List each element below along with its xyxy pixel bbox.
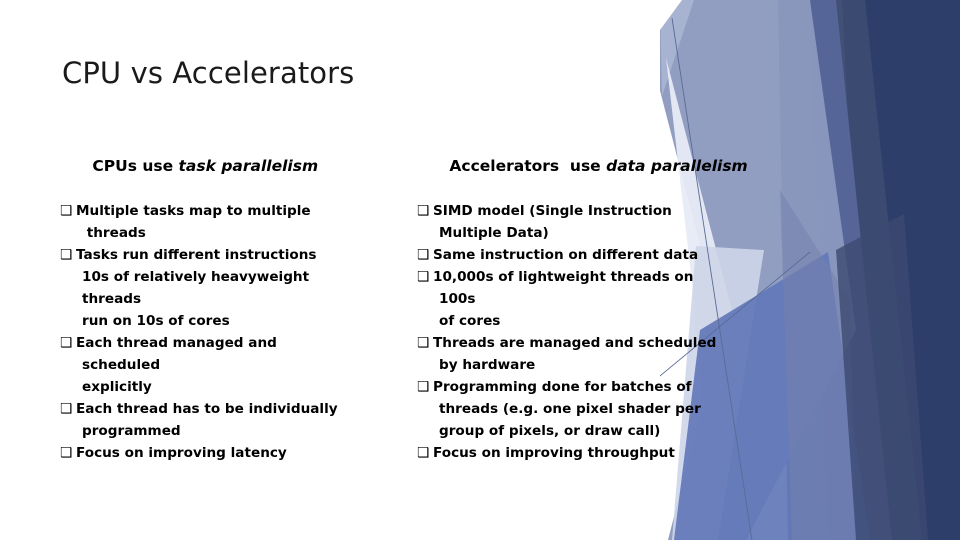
bullet-text: 10,000s of lightweight threads on xyxy=(433,268,694,285)
decor-shape-periwinkle-lower xyxy=(780,190,856,540)
bullet-text: Programming done for batches of xyxy=(433,378,692,395)
bullet-text: Each thread has to be individually xyxy=(76,400,338,417)
bullet-continuation-line: ❑explicitly xyxy=(60,376,420,398)
bullet-square-icon: ❑ xyxy=(417,202,430,219)
column-accelerators: Accelerators use data parallelism ❑ SIMD … xyxy=(417,143,762,464)
bullet-text: Multiple tasks map to multiple xyxy=(76,202,311,219)
bullet-text: run on 10s of cores xyxy=(82,312,230,329)
bullet-text: Multiple Data) xyxy=(439,224,549,241)
bullet-item: ❑ 10,000s of lightweight threads on xyxy=(417,266,762,288)
bullet-continuation-line: ❑programmed xyxy=(60,420,420,442)
column-accelerators-heading-italic: data parallelism xyxy=(606,156,748,175)
bullet-item: ❑ Each thread managed and xyxy=(60,332,420,354)
bullet-continuation-line: ❑by hardware xyxy=(417,354,762,376)
bullet-square-icon: ❑ xyxy=(60,202,73,219)
decor-shape-steel xyxy=(778,0,892,540)
bullet-text: Threads are managed and scheduled xyxy=(433,334,717,351)
column-accelerators-bullets: ❑SIMD model (Single Instruction❑Multiple… xyxy=(417,200,762,464)
column-cpu-heading-italic: task parallelism xyxy=(178,156,319,175)
bullet-item: ❑ Multiple tasks map to multiple xyxy=(60,200,420,222)
bullet-item: ❑ Same instruction on different data xyxy=(417,244,762,266)
bullet-item: ❑ SIMD model (Single Instruction xyxy=(417,200,762,222)
bullet-square-icon: ❑ xyxy=(417,378,430,395)
bullet-item: ❑ Focus on improving throughput xyxy=(417,442,762,464)
bullet-text: threads xyxy=(82,224,146,241)
bullet-text: of cores xyxy=(439,312,501,329)
bullet-square-icon: ❑ xyxy=(417,334,430,351)
bullet-square-icon: ❑ xyxy=(417,444,430,461)
bullet-continuation-line: ❑of cores xyxy=(417,310,762,332)
bullet-text: 100s xyxy=(439,290,476,307)
column-cpu: CPUs use task parallelism ❑ Multiple task… xyxy=(60,143,420,464)
slide: CPU vs Accelerators CPUs use task parall… xyxy=(0,0,960,540)
bullet-text: Focus on improving latency xyxy=(76,444,287,461)
bullet-text: group of pixels, or draw call) xyxy=(439,422,661,439)
bullet-text: by hardware xyxy=(439,356,536,373)
bullet-square-icon: ❑ xyxy=(417,268,430,285)
bullet-square-icon: ❑ xyxy=(60,246,73,263)
bullet-text: SIMD model (Single Instruction xyxy=(433,202,672,219)
bullet-text: scheduled xyxy=(82,356,161,373)
bullet-item: ❑ Focus on improving latency xyxy=(60,442,420,464)
decor-shape-navy-dark xyxy=(842,0,960,540)
bullet-continuation-line: ❑10s of relatively heavyweight xyxy=(60,266,420,288)
bullet-continuation-line: ❑run on 10s of cores xyxy=(60,310,420,332)
bullet-text: Same instruction on different data xyxy=(433,246,699,263)
decor-shape-navy-lower-right xyxy=(836,214,928,540)
bullet-continuation-line: ❑Multiple Data) xyxy=(417,222,762,244)
decor-shape-navy xyxy=(810,0,922,540)
page-title: CPU vs Accelerators xyxy=(62,56,355,90)
bullet-text: explicitly xyxy=(82,378,152,395)
bullet-square-icon: ❑ xyxy=(60,334,73,351)
bullet-text: threads xyxy=(82,290,142,307)
column-cpu-heading: CPUs use task parallelism xyxy=(60,143,420,190)
bullet-item: ❑ Threads are managed and scheduled xyxy=(417,332,762,354)
bullet-text: Each thread managed and xyxy=(76,334,277,351)
bullet-continuation-line: ❑100s xyxy=(417,288,762,310)
bullet-square-icon: ❑ xyxy=(60,400,73,417)
bullet-item: ❑ Tasks run different instructions xyxy=(60,244,420,266)
bullet-text: Tasks run different instructions xyxy=(76,246,317,263)
bullet-continuation-line: ❑threads (e.g. one pixel shader per xyxy=(417,398,762,420)
column-cpu-bullets: ❑Multiple tasks map to multiple❑ threads… xyxy=(60,200,420,464)
bullet-continuation-line: ❑scheduled xyxy=(60,354,420,376)
bullet-text: threads (e.g. one pixel shader per xyxy=(439,400,701,417)
bullet-continuation-line: ❑ threads xyxy=(60,222,420,244)
bullet-item: ❑ Each thread has to be individually xyxy=(60,398,420,420)
column-cpu-heading-plain: CPUs use xyxy=(92,156,179,175)
bullet-text: Focus on improving throughput xyxy=(433,444,675,461)
bullet-continuation-line: ❑group of pixels, or draw call) xyxy=(417,420,762,442)
column-accelerators-heading: Accelerators use data parallelism xyxy=(417,143,762,190)
bullet-continuation-line: ❑threads xyxy=(60,288,420,310)
column-accelerators-heading-plain: Accelerators use xyxy=(449,156,607,175)
decor-shape-white-notch xyxy=(660,0,682,30)
bullet-square-icon: ❑ xyxy=(417,246,430,263)
bullet-square-icon: ❑ xyxy=(60,444,73,461)
bullet-text: programmed xyxy=(82,422,181,439)
bullet-item: ❑ Programming done for batches of xyxy=(417,376,762,398)
bullet-text: 10s of relatively heavyweight xyxy=(82,268,310,285)
